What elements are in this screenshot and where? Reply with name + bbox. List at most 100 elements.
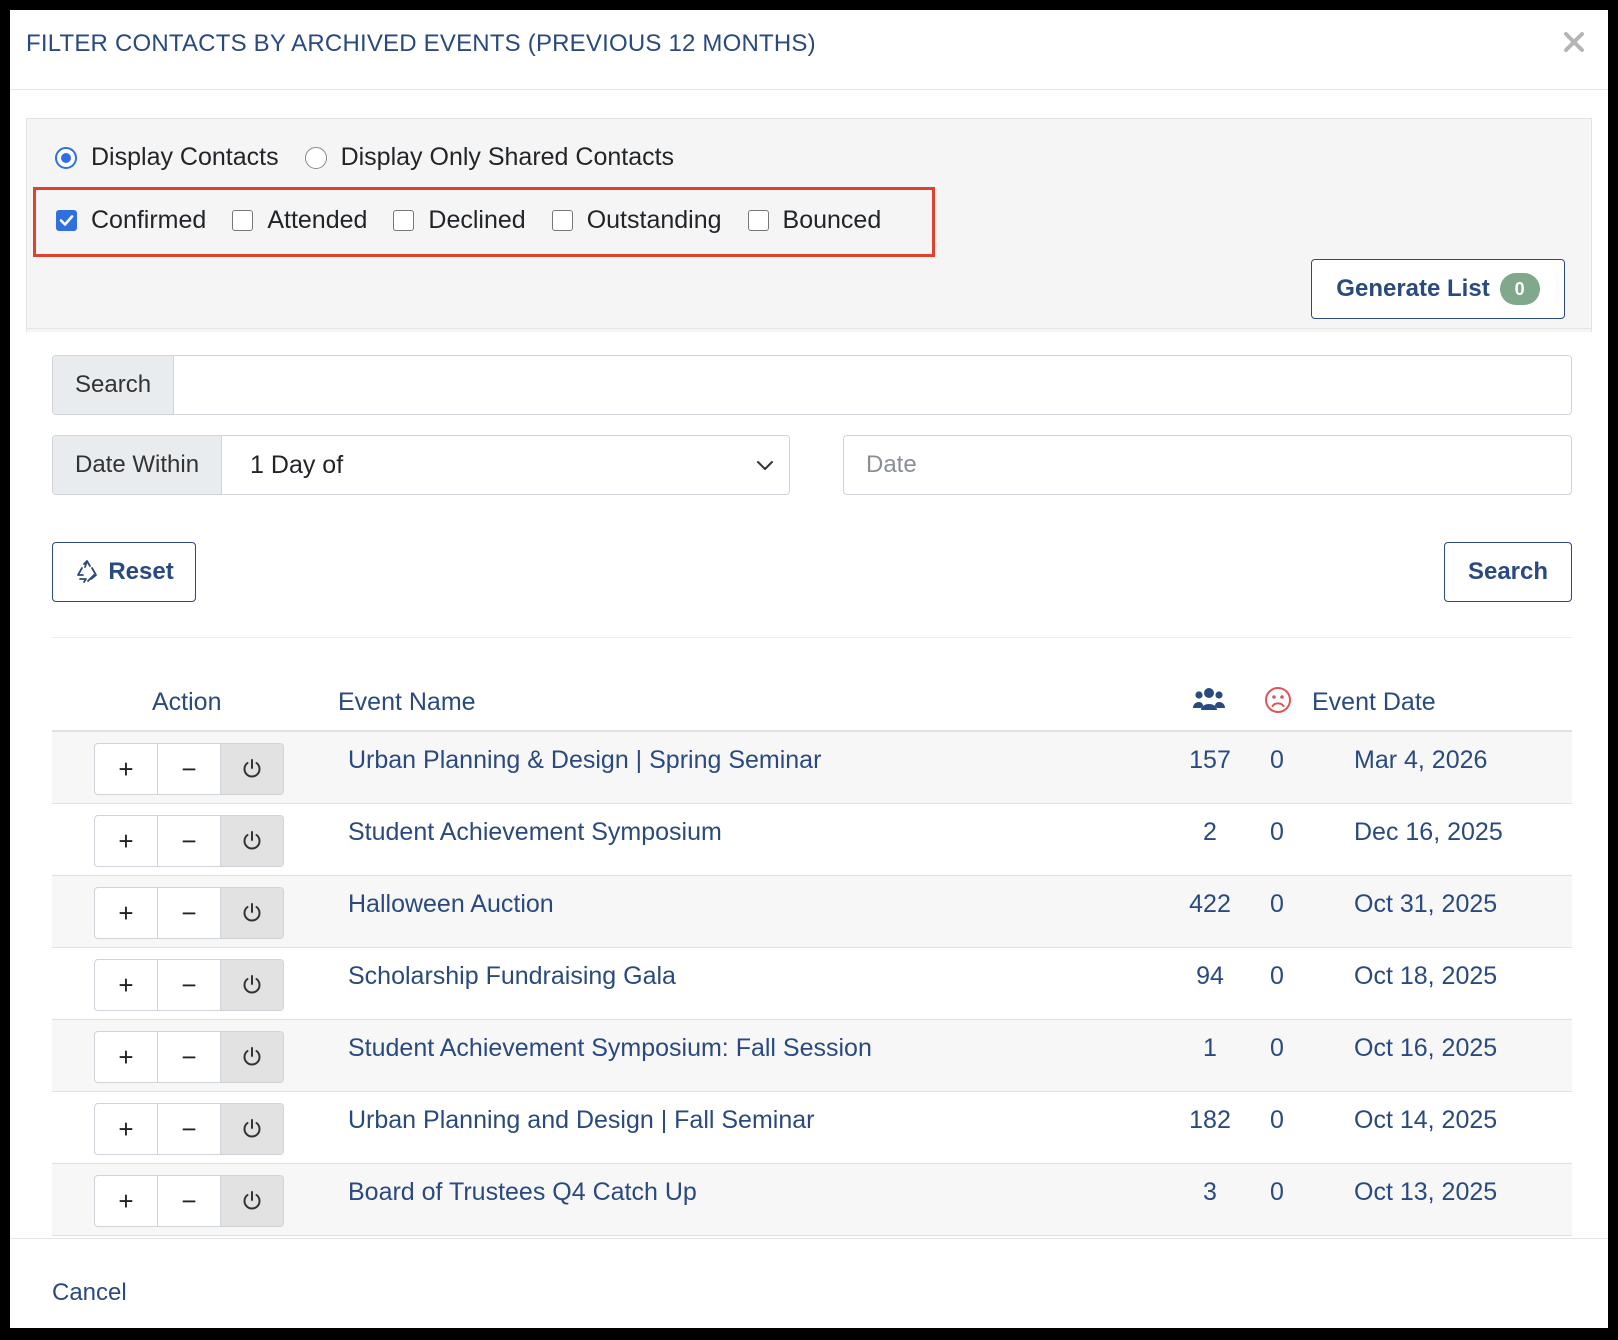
radio-label: Display Contacts xyxy=(91,143,279,171)
modal-title: FILTER CONTACTS BY ARCHIVED EVENTS (PREV… xyxy=(26,30,816,57)
minus-icon[interactable]: − xyxy=(157,960,220,1010)
table-row: + − Board of Trustees Q4 Catch Up 3 0 Oc… xyxy=(52,1164,1572,1236)
row-action-group: + − xyxy=(94,1175,284,1227)
plus-icon[interactable]: + xyxy=(95,816,157,866)
checkbox-declined[interactable]: Declined xyxy=(393,206,526,235)
table-header: Action Event Name Event Date xyxy=(52,670,1572,732)
minus-icon[interactable]: − xyxy=(157,816,220,866)
checkbox-label: Outstanding xyxy=(586,206,722,234)
checkbox-attended[interactable]: Attended xyxy=(232,206,367,235)
attendee-count: 3 xyxy=(1203,1178,1217,1206)
event-name-link[interactable]: Board of Trustees Q4 Catch Up xyxy=(348,1178,697,1207)
radio-button-selected[interactable] xyxy=(55,146,77,169)
plus-icon[interactable]: + xyxy=(95,1176,157,1226)
bounced-count: 0 xyxy=(1270,746,1284,774)
reset-button[interactable]: Reset xyxy=(52,542,196,602)
modal-footer: Cancel xyxy=(10,1238,1608,1328)
minus-icon[interactable]: − xyxy=(157,1176,220,1226)
search-input[interactable] xyxy=(174,356,1571,414)
checkbox-label: Bounced xyxy=(782,206,882,234)
table-row: + − Urban Planning & Design | Spring Sem… xyxy=(52,732,1572,804)
checkbox-outstanding[interactable]: Outstanding xyxy=(551,206,722,235)
radio-display-contacts[interactable]: Display Contacts xyxy=(55,143,279,172)
row-action-group: + − xyxy=(94,743,284,795)
event-date: Mar 4, 2026 xyxy=(1354,746,1488,774)
date-within-select[interactable]: 1 Day of xyxy=(222,436,789,494)
row-action-group: + − xyxy=(94,815,284,867)
row-action-group: + − xyxy=(94,959,284,1011)
power-icon[interactable] xyxy=(220,816,283,866)
modal-header: FILTER CONTACTS BY ARCHIVED EVENTS (PREV… xyxy=(10,10,1608,90)
search-button[interactable]: Search xyxy=(1444,542,1572,602)
date-within-label: Date Within xyxy=(53,436,223,494)
event-name-link[interactable]: Student Achievement Symposium xyxy=(348,818,722,847)
table-body: + − Urban Planning & Design | Spring Sem… xyxy=(52,732,1572,1236)
filter-panel: Display Contacts Display Only Shared Con… xyxy=(26,118,1592,332)
row-action-group: + − xyxy=(94,887,284,939)
recycle-icon xyxy=(77,560,98,583)
divider xyxy=(52,637,1572,638)
attendee-count: 94 xyxy=(1196,962,1224,990)
check-icon xyxy=(59,215,74,226)
filter-modal: FILTER CONTACTS BY ARCHIVED EVENTS (PREV… xyxy=(10,10,1608,1328)
plus-icon[interactable]: + xyxy=(95,888,157,938)
event-name-link[interactable]: Student Achievement Symposium: Fall Sess… xyxy=(348,1034,872,1063)
close-icon[interactable] xyxy=(1558,26,1590,58)
power-icon[interactable] xyxy=(220,888,283,938)
plus-icon[interactable]: + xyxy=(95,960,157,1010)
date-within-group: Date Within 1 Day of xyxy=(52,435,790,495)
checkbox-label: Confirmed xyxy=(91,206,207,234)
date-input[interactable] xyxy=(843,435,1572,495)
event-name-link[interactable]: Urban Planning and Design | Fall Seminar xyxy=(348,1106,814,1135)
power-icon[interactable] xyxy=(220,1032,283,1082)
minus-icon[interactable]: − xyxy=(157,1104,220,1154)
plus-icon[interactable]: + xyxy=(95,744,157,794)
checkbox-confirmed[interactable]: Confirmed xyxy=(56,206,206,235)
bounced-count: 0 xyxy=(1270,1178,1284,1206)
event-name-link[interactable]: Scholarship Fundraising Gala xyxy=(348,962,676,991)
display-mode-group: Display Contacts Display Only Shared Con… xyxy=(55,143,700,172)
generate-list-label: Generate List xyxy=(1336,275,1490,302)
bounced-count: 0 xyxy=(1270,962,1284,990)
cancel-link[interactable]: Cancel xyxy=(52,1279,127,1307)
table-row: + − Scholarship Fundraising Gala 94 0 Oc… xyxy=(52,948,1572,1020)
event-name-link[interactable]: Urban Planning & Design | Spring Seminar xyxy=(348,746,821,775)
attendee-count: 157 xyxy=(1189,746,1231,774)
radio-display-shared-contacts[interactable]: Display Only Shared Contacts xyxy=(304,143,674,172)
power-icon[interactable] xyxy=(220,1176,283,1226)
frown-icon xyxy=(1264,686,1292,721)
row-action-group: + − xyxy=(94,1103,284,1155)
plus-icon[interactable]: + xyxy=(95,1032,157,1082)
checkbox-checked[interactable] xyxy=(56,210,77,231)
radio-button[interactable] xyxy=(304,146,327,169)
event-name-link[interactable]: Halloween Auction xyxy=(348,890,554,919)
generate-list-button[interactable]: Generate List 0 xyxy=(1311,259,1565,319)
minus-icon[interactable]: − xyxy=(157,744,220,794)
checkbox[interactable] xyxy=(232,210,254,231)
event-date: Oct 31, 2025 xyxy=(1354,890,1498,918)
event-date: Oct 16, 2025 xyxy=(1354,1034,1498,1062)
table-row: + − Urban Planning and Design | Fall Sem… xyxy=(52,1092,1572,1164)
chevron-down-icon xyxy=(757,461,773,470)
bounced-count: 0 xyxy=(1270,890,1284,918)
bounced-count: 0 xyxy=(1270,818,1284,846)
bounced-count: 0 xyxy=(1270,1106,1284,1134)
event-date: Oct 13, 2025 xyxy=(1354,1178,1498,1206)
power-icon[interactable] xyxy=(220,744,283,794)
header-action: Action xyxy=(152,688,222,716)
minus-icon[interactable]: − xyxy=(157,1032,220,1082)
date-within-selected: 1 Day of xyxy=(250,450,344,479)
checkbox[interactable] xyxy=(551,210,573,231)
checkbox-bounced[interactable]: Bounced xyxy=(747,206,882,235)
attendee-count: 1 xyxy=(1203,1034,1217,1062)
checkbox[interactable] xyxy=(393,210,415,231)
minus-icon[interactable]: − xyxy=(157,888,220,938)
power-icon[interactable] xyxy=(220,1104,283,1154)
header-event-date: Event Date xyxy=(1312,688,1436,716)
checkbox[interactable] xyxy=(747,210,769,231)
table-row: + − Student Achievement Symposium: Fall … xyxy=(52,1020,1572,1092)
event-date: Dec 16, 2025 xyxy=(1354,818,1503,846)
row-action-group: + − xyxy=(94,1031,284,1083)
power-icon[interactable] xyxy=(220,960,283,1010)
plus-icon[interactable]: + xyxy=(95,1104,157,1154)
